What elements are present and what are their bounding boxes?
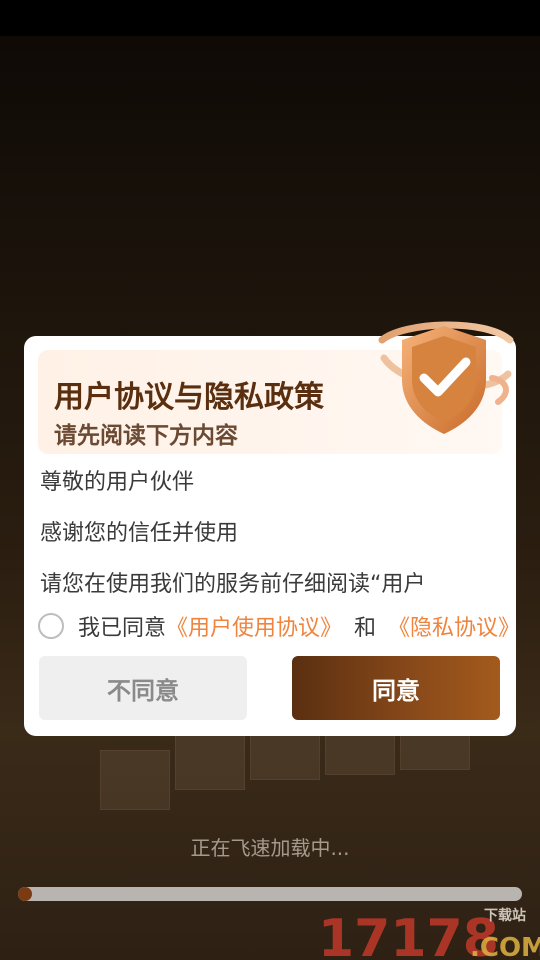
- and-text: 和: [354, 616, 377, 641]
- greeting-text: 尊敬的用户伙伴: [40, 470, 195, 495]
- loading-text: 正在飞速加载中...: [190, 836, 350, 860]
- dialog-subtitle: 请先阅读下方内容: [54, 423, 238, 449]
- agree-radio[interactable]: [38, 613, 64, 639]
- watermark-logo: 17178 .COM 下载站: [318, 907, 540, 960]
- loading-progress-fill: [18, 887, 32, 901]
- agree-button[interactable]: 同意: [292, 656, 500, 720]
- watermark-tag: 下载站: [484, 907, 526, 924]
- disagree-button[interactable]: 不同意: [39, 656, 247, 720]
- user-agreement-link[interactable]: 《用户使用协议》: [166, 610, 342, 642]
- instruction-text: 请您在使用我们的服务前仔细阅读“用户: [40, 572, 426, 597]
- agree-prefix-text: 我已同意: [78, 616, 167, 641]
- thanks-text: 感谢您的信任并使用: [40, 521, 239, 546]
- shield-check-icon: [378, 321, 514, 434]
- dialog-title: 用户协议与隐私政策: [54, 380, 324, 415]
- privacy-dialog: 用户协议与隐私政策 请先阅读下方内容 尊敬的用户伙伴 感谢您的信任并使用 请您在…: [24, 321, 520, 736]
- watermark-domain: .COM: [470, 933, 540, 960]
- agreement-row: 我已同意 《用户使用协议》 和 《隐私协议》: [38, 610, 520, 642]
- status-bar: [0, 0, 540, 36]
- loading-progress-bar: [18, 887, 522, 901]
- privacy-policy-link[interactable]: 《隐私协议》: [388, 610, 520, 642]
